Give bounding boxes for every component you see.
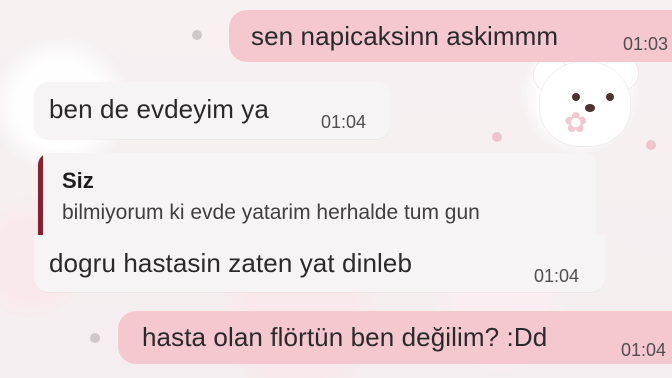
message-text: hasta olan flörtün ben değilim? :Dd [142,322,548,352]
bow-icon: ✿ [564,106,588,139]
bear-eye-decoration [606,93,614,101]
reply-accent-bar [38,153,43,235]
reply-quote-text: bilmiyorum ki evde yatarim herhalde tum … [62,201,480,224]
message-time: 01:04 [534,266,580,286]
decorative-dot [90,333,100,343]
message-time: 01:04 [321,112,367,132]
message-text: sen napicaksinn askimmm [251,21,559,51]
incoming-message-bubble[interactable]: dogru hastasin zaten yat dinleb 01:04 [34,235,605,292]
message-text: ben de evdeyim ya [49,94,269,124]
reply-author: Siz [62,168,94,193]
outgoing-message-bubble[interactable]: sen napicaksinn askimmm 01:03 [229,10,672,62]
message-time: 01:03 [623,34,669,54]
message-time: 01:04 [621,340,667,360]
decorative-dot [192,30,202,40]
message-text: dogru hastasin zaten yat dinleb [49,248,413,278]
quoted-reply[interactable]: Siz bilmiyorum ki evde yatarim herhalde … [38,153,596,235]
incoming-message-bubble[interactable]: ben de evdeyim ya 01:04 [34,82,390,139]
decorative-dot [492,132,502,142]
outgoing-message-bubble[interactable]: hasta olan flörtün ben değilim? :Dd 01:0… [118,311,672,364]
decorative-dot [646,140,656,150]
bear-eye-decoration [572,93,580,101]
